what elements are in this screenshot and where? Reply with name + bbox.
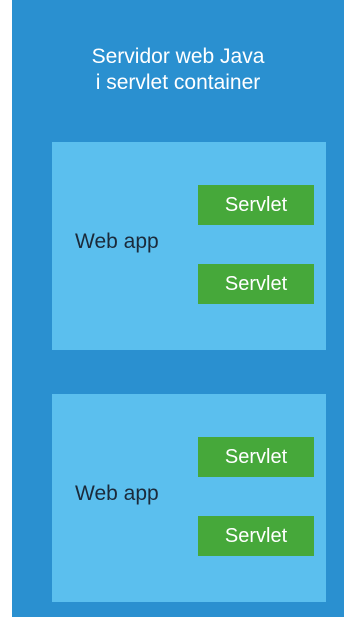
java-web-server-container: Servidor web Java i servlet container We… — [12, 0, 344, 617]
servlet-box-2-1: Servlet — [198, 437, 314, 477]
servlet-box-1-1: Servlet — [198, 185, 314, 225]
servlet-box-1-2: Servlet — [198, 264, 314, 304]
web-app-box-2: Web app Servlet Servlet — [52, 394, 326, 602]
container-title-line-1: Servidor web Java — [91, 45, 265, 68]
web-app-label-1: Web app — [75, 230, 159, 253]
web-app-label-2: Web app — [75, 482, 159, 505]
web-app-box-1: Web app Servlet Servlet — [52, 142, 326, 350]
container-title-line-2: i servlet container — [95, 71, 261, 94]
servlet-box-2-2: Servlet — [198, 516, 314, 556]
container-title: Servidor web Java i servlet container — [12, 44, 344, 96]
